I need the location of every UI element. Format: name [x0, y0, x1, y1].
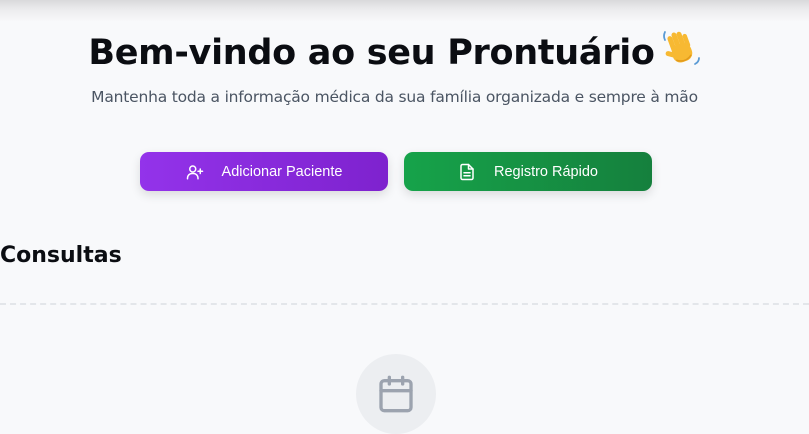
page-subtitle: Mantenha toda a informação médica da sua…: [91, 88, 698, 106]
waving-hand-icon: [661, 28, 701, 80]
user-plus-icon: [186, 163, 204, 181]
welcome-header: Bem-vindo ao seu Prontuário Mantenha tod…: [0, 28, 789, 108]
quick-record-label: Registro Rápido: [494, 163, 598, 180]
quick-record-button[interactable]: Registro Rápido: [404, 152, 652, 191]
add-patient-label: Adicionar Paciente: [221, 163, 343, 180]
top-bar-shadow: [0, 0, 809, 22]
add-patient-button[interactable]: Adicionar Paciente: [140, 152, 388, 191]
file-text-icon: [458, 163, 476, 181]
section-divider: [0, 303, 809, 305]
empty-state-icon-wrapper: [356, 354, 436, 434]
page-title: Bem-vindo ao seu Prontuário: [0, 28, 789, 80]
calendar-icon: [376, 374, 416, 434]
page-title-text: Bem-vindo ao seu Prontuário: [88, 33, 655, 73]
consultations-heading: Consultas: [0, 243, 122, 268]
